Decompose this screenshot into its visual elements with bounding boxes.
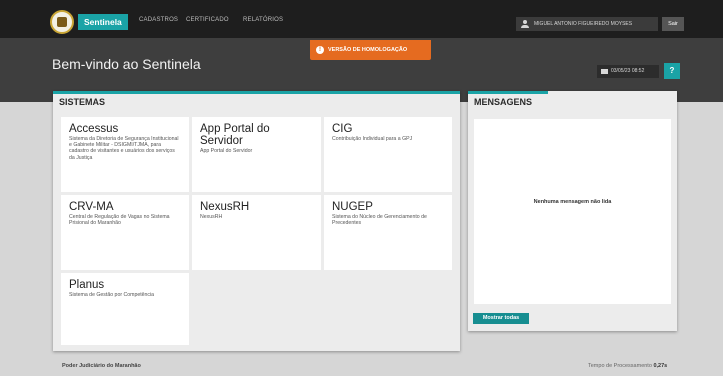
messages-panel: MENSAGENS Nenhuma mensagem não lida	[468, 91, 677, 331]
systems-title: SISTEMAS	[59, 97, 106, 107]
system-card-planus[interactable]: Planus Sistema de Gestão por Competência	[61, 273, 189, 345]
card-title: App Portal do Servidor	[200, 123, 270, 147]
card-title: CIG	[332, 123, 353, 135]
system-card-accessus[interactable]: Accessus Sistema da Diretoria de Seguran…	[61, 117, 189, 192]
processing-label: Tempo de Processamento	[588, 363, 652, 369]
card-title: Planus	[69, 279, 105, 291]
logout-button[interactable]: Sair	[662, 17, 684, 31]
empty-messages-text: Nenhuma mensagem não lida	[533, 199, 612, 205]
user-icon	[521, 20, 529, 28]
nav-cadastros[interactable]: CADASTROS	[139, 17, 178, 23]
system-card-app-portal[interactable]: App Portal do Servidor App Portal do Ser…	[192, 117, 321, 192]
warning-icon: !	[316, 46, 324, 54]
footer-org: Poder Judiciário do Maranhão	[62, 363, 141, 369]
messages-title: MENSAGENS	[474, 97, 533, 107]
system-card-nugep[interactable]: NUGEP Sistema do Núcleo de Gerenciamento…	[324, 195, 452, 270]
system-card-cig[interactable]: CIG Contribuição Individual para a GPJ	[324, 117, 452, 192]
homologation-label: VERSÃO DE HOMOLOGAÇÃO	[328, 47, 408, 53]
card-desc: Sistema da Diretoria de Segurança Instit…	[69, 136, 179, 161]
user-name: MIGUEL ANTONIO FIGUEIREDO MOYSES	[534, 21, 633, 27]
card-desc: Sistema de Gestão por Competência	[69, 292, 155, 298]
card-desc: App Portal do Servidor	[200, 148, 253, 154]
homologation-banner: ! VERSÃO DE HOMOLOGAÇÃO	[310, 40, 431, 60]
card-title: Accessus	[69, 123, 119, 135]
systems-panel: SISTEMAS Accessus Sistema da Diretoria d…	[53, 91, 460, 351]
footer-processing-time: Tempo de Processamento 0,27s	[588, 363, 667, 369]
card-title: NUGEP	[332, 201, 373, 213]
datetime-text: 03/05/23 08:52	[611, 68, 645, 74]
top-navbar: Sentinela CADASTROS CERTIFICADO RELATÓRI…	[0, 0, 723, 38]
user-menu[interactable]: MIGUEL ANTONIO FIGUEIREDO MOYSES	[516, 17, 658, 31]
card-title: NexusRH	[200, 201, 250, 213]
nav-relatorios[interactable]: RELATÓRIOS	[243, 17, 283, 23]
nav-certificado[interactable]: CERTIFICADO	[186, 17, 229, 23]
system-card-nexusrh[interactable]: NexusRH NexusRH	[192, 195, 321, 270]
card-desc: NexusRH	[200, 214, 223, 220]
brand-button[interactable]: Sentinela	[78, 14, 128, 30]
card-desc: Central de Regulação de Vagas no Sistema…	[69, 214, 170, 227]
card-desc: Contribuição Individual para a GPJ	[332, 136, 413, 142]
processing-value: 0,27s	[653, 363, 668, 369]
system-card-crv-ma[interactable]: CRV-MA Central de Regulação de Vagas no …	[61, 195, 189, 270]
panel-accent-line	[53, 91, 460, 94]
card-desc: Sistema do Núcleo de Gerenciamento de Pr…	[332, 214, 427, 227]
help-button[interactable]: ?	[664, 63, 680, 79]
card-title: CRV-MA	[69, 201, 114, 213]
datetime-display: 03/05/23 08:52	[597, 65, 659, 78]
page-title: Bem-vindo ao Sentinela	[52, 56, 201, 72]
messages-list: Nenhuma mensagem não lida	[474, 119, 671, 304]
panel-accent-line	[468, 91, 548, 94]
calendar-icon	[601, 69, 608, 74]
court-seal-logo[interactable]	[50, 10, 74, 34]
show-all-button[interactable]: Mostrar todas	[473, 313, 529, 324]
